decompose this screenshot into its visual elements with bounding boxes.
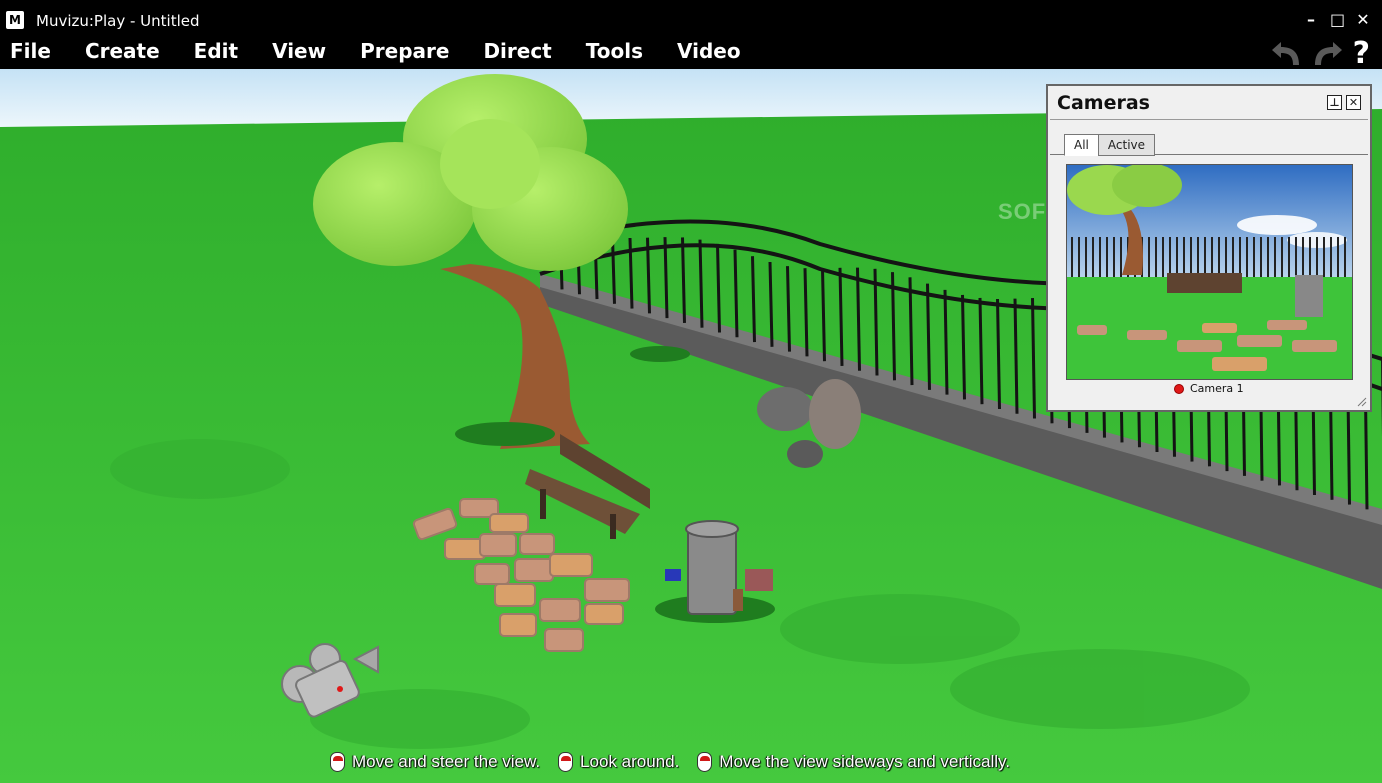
maximize-icon[interactable]: □ (1330, 10, 1345, 29)
menu-view[interactable]: View (255, 39, 343, 63)
fence-bar (996, 298, 1001, 409)
hint-text: Look around. (580, 752, 680, 771)
menu-edit[interactable]: Edit (177, 39, 255, 63)
hint-text: Move the view sideways and vertically. (719, 752, 1010, 771)
fence-bar (891, 272, 896, 381)
pin-icon[interactable]: ⊥ (1327, 95, 1342, 110)
fence-bar (1031, 298, 1036, 419)
resize-grip-icon[interactable] (1357, 397, 1367, 407)
right-mouse-button-icon (558, 752, 574, 772)
fence-bar (786, 266, 791, 352)
record-dot-icon (1174, 383, 1184, 394)
fence-bar (821, 268, 826, 362)
menu-video[interactable]: Video (660, 39, 758, 63)
cameras-panel-title: Cameras (1057, 92, 1150, 114)
menu-bar: File Create Edit View Prepare Direct Too… (0, 34, 1382, 68)
menu-prepare[interactable]: Prepare (343, 39, 466, 63)
help-button[interactable]: ? (1353, 36, 1370, 71)
fence-bar (873, 268, 879, 376)
close-panel-icon[interactable]: ✕ (1346, 95, 1361, 110)
minimize-icon[interactable]: – (1304, 10, 1318, 29)
trash-can (685, 520, 739, 615)
camera-tabs: All Active (1064, 134, 1156, 156)
window-title: Muvizu:Play - Untitled (36, 12, 200, 30)
hint-text: Move and steer the view. (352, 752, 541, 771)
fence-bar (856, 267, 861, 371)
fence-bar (611, 236, 616, 304)
close-icon[interactable]: ✕ (1356, 10, 1370, 29)
undo-icon[interactable] (1269, 39, 1305, 69)
fence-bar (908, 277, 914, 386)
fence-bar (943, 289, 949, 395)
fence-bar (698, 239, 704, 328)
fence-bar (1013, 298, 1019, 414)
fence-bar (803, 268, 809, 357)
fence-bar (663, 237, 669, 319)
camera-list-item[interactable]: Camera 1 (1174, 382, 1244, 395)
fence-bar (751, 256, 756, 343)
fence-bar (646, 237, 651, 314)
fence-bar (768, 261, 774, 347)
hint-look-around: Look around. (558, 752, 679, 772)
both-mouse-buttons-icon (697, 752, 713, 772)
cameras-panel: Cameras ⊥ ✕ All Active Camera 1 (1046, 84, 1372, 412)
fence-bar (716, 243, 721, 333)
divider (1050, 119, 1368, 120)
fence-bar (961, 294, 966, 400)
tab-active[interactable]: Active (1097, 134, 1156, 156)
camera-name: Camera 1 (1190, 382, 1244, 395)
hint-move-steer: Move and steer the view. (330, 752, 540, 772)
menu-create[interactable]: Create (68, 39, 177, 63)
navigation-hints: Move and steer the view. Look around. Mo… (330, 752, 1028, 772)
fence-bar (733, 249, 739, 338)
left-mouse-button-icon (330, 752, 345, 772)
menu-direct[interactable]: Direct (466, 39, 568, 63)
tab-all[interactable]: All (1064, 134, 1099, 156)
fence-bar (926, 283, 931, 390)
menu-tools[interactable]: Tools (569, 39, 660, 63)
camera-preview-thumbnail[interactable] (1066, 164, 1353, 380)
fence-bar (681, 237, 686, 323)
fence-bar (838, 267, 844, 366)
fence-bar (628, 237, 634, 309)
app-logo-icon: M (6, 11, 24, 29)
hint-move-sideways: Move the view sideways and vertically. (697, 752, 1010, 772)
fence-bar (978, 297, 984, 405)
menu-file[interactable]: File (0, 39, 68, 63)
redo-icon[interactable] (1309, 39, 1345, 69)
